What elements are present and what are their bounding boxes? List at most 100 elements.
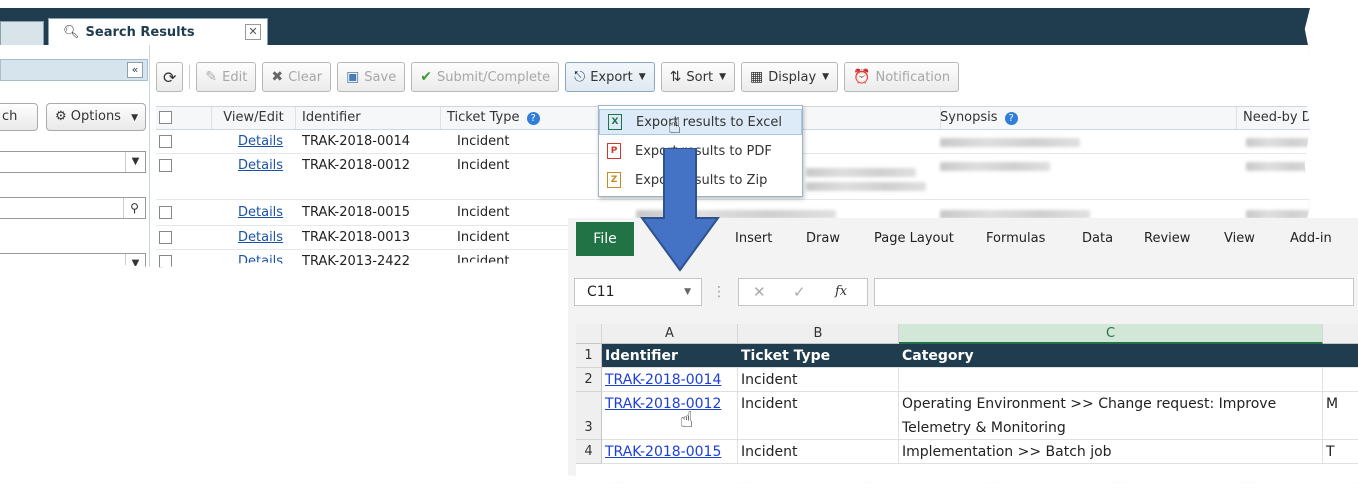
tab-search-results[interactable]: 🔍︎ Search Results ✕ <box>48 18 268 45</box>
export-icon: ⎋ <box>574 69 586 85</box>
column-header-b[interactable]: B <box>738 324 899 344</box>
cell-b3[interactable]: Incident <box>738 392 899 440</box>
cell-c3-line1: Operating Environment >> Change request:… <box>902 396 1277 412</box>
details-link[interactable]: Details <box>238 134 283 149</box>
header-synopsis[interactable]: Synopsis ? <box>934 107 1237 129</box>
options-button[interactable]: ⚙ Options ▼ <box>46 103 146 131</box>
column-header-c[interactable]: C <box>899 324 1323 344</box>
cell-c1[interactable]: Category <box>899 344 1323 368</box>
cell-a2[interactable]: TRAK-2018-0014 <box>602 368 738 392</box>
row-checkbox[interactable] <box>159 231 172 244</box>
hyperlink[interactable]: TRAK-2018-0012 <box>605 396 721 412</box>
details-link[interactable]: Details <box>238 205 283 220</box>
magnifier-icon: 🔍︎ <box>63 24 80 40</box>
grid-toolbar: ⟳ ✎ Edit ✖ Clear ▣ Save ✔ Submit/Complet… <box>156 60 965 94</box>
chevron-down-icon: ▼ <box>125 254 145 270</box>
sort-label: Sort <box>686 69 714 85</box>
drag-handle-icon[interactable]: ⋮ <box>712 284 726 300</box>
redacted-date <box>1246 138 1310 147</box>
filter-select-2[interactable]: ▼ <box>0 253 146 270</box>
cell-b4[interactable]: Incident <box>738 440 899 464</box>
ribbon-tab-view[interactable]: View <box>1224 222 1255 256</box>
row-header[interactable]: 4 <box>576 440 602 464</box>
row-header[interactable]: 1 <box>576 344 602 368</box>
edit-button[interactable]: ✎ Edit <box>196 62 257 92</box>
name-box[interactable]: C11 ▼ <box>574 278 702 306</box>
ticket-type-cell: Incident <box>457 134 510 149</box>
cell-c4[interactable]: Implementation >> Batch job <box>899 440 1323 464</box>
hyperlink[interactable]: TRAK-2018-0014 <box>605 372 721 388</box>
select-all-checkbox[interactable] <box>159 111 172 124</box>
ribbon-tab-page-layout[interactable]: Page Layout <box>874 222 954 256</box>
save-button[interactable]: ▣ Save <box>337 62 406 92</box>
search-button[interactable]: ch <box>0 103 38 131</box>
cell-a1[interactable]: Identifier <box>602 344 738 368</box>
header-need-by[interactable]: Need-by D <box>1237 107 1310 129</box>
identifier-cell: TRAK-2018-0015 <box>302 205 411 220</box>
identifier-cell: TRAK-2013-2422 <box>302 254 411 269</box>
alarm-clock-icon: ⏰ <box>853 69 871 85</box>
name-box-value: C11 <box>587 284 615 300</box>
hyperlink[interactable]: TRAK-2018-0015 <box>605 444 721 460</box>
cell-b1[interactable]: Ticket Type <box>738 344 899 368</box>
row-checkbox[interactable] <box>159 159 172 172</box>
row-checkbox[interactable] <box>159 135 172 148</box>
close-tab-button[interactable]: ✕ <box>245 24 261 40</box>
cancel-icon[interactable]: ✕ <box>753 283 766 301</box>
filter-search-input[interactable]: ⚲ <box>0 197 146 219</box>
formula-buttons: ✕ ✓ fx <box>738 278 868 306</box>
clear-button[interactable]: ✖ Clear <box>262 62 332 92</box>
export-button[interactable]: ⎋ Export ▼ <box>565 62 655 92</box>
cell-a4[interactable]: TRAK-2018-0015 <box>602 440 738 464</box>
ribbon-tab-draw[interactable]: Draw <box>806 222 840 256</box>
select-all-corner[interactable] <box>576 324 602 344</box>
notification-button[interactable]: ⏰ Notification <box>844 62 960 92</box>
help-icon[interactable]: ? <box>1004 112 1018 125</box>
search-icon: ⚲ <box>123 198 145 218</box>
cell-c3[interactable]: Operating Environment >> Change request:… <box>899 392 1323 440</box>
identifier-cell: TRAK-2018-0013 <box>302 230 411 245</box>
row-header[interactable]: 2 <box>576 368 602 392</box>
export-label: Export <box>590 69 633 85</box>
cell-a3[interactable]: TRAK-2018-0012 <box>602 392 738 440</box>
details-link[interactable]: Details <box>238 254 283 269</box>
row-checkbox[interactable] <box>159 255 172 268</box>
ribbon-tab-data[interactable]: Data <box>1082 222 1113 256</box>
ribbon-tab-review[interactable]: Review <box>1144 222 1190 256</box>
formula-input[interactable] <box>874 278 1354 306</box>
display-button[interactable]: ▦ Display ▼ <box>740 62 839 92</box>
pencil-icon: ✎ <box>205 69 218 85</box>
cell-d2[interactable] <box>1323 368 1358 392</box>
row-checkbox[interactable] <box>159 206 172 219</box>
hand-cursor-icon: ☝ <box>668 114 682 139</box>
ribbon-tab-formulas[interactable]: Formulas <box>986 222 1045 256</box>
cell-d3[interactable]: M <box>1323 392 1358 440</box>
column-header-d[interactable] <box>1323 324 1358 344</box>
row-header[interactable]: 3 <box>576 392 602 440</box>
collapse-panel-button[interactable]: « <box>127 62 143 78</box>
column-header-a[interactable]: A <box>602 324 738 344</box>
header-view-edit[interactable]: View/Edit <box>212 107 296 129</box>
sort-button[interactable]: ⇅ Sort ▼ <box>660 62 735 92</box>
filter-select-1[interactable]: ▼ <box>0 151 146 173</box>
menu-item-export-excel[interactable]: X Export results to Excel <box>599 109 802 135</box>
cell-d4[interactable]: T <box>1323 440 1358 464</box>
ribbon-tab-add-ins[interactable]: Add-in <box>1290 222 1332 256</box>
enter-icon[interactable]: ✓ <box>793 283 806 301</box>
tab-previous[interactable] <box>0 21 44 45</box>
ticket-type-cell: Incident <box>457 254 510 269</box>
insert-function-icon[interactable]: fx <box>835 284 847 299</box>
details-link[interactable]: Details <box>238 158 283 173</box>
cell-c2[interactable] <box>899 368 1323 392</box>
refresh-button[interactable]: ⟳ <box>156 62 184 92</box>
save-label: Save <box>364 69 397 85</box>
ribbon-tab-file[interactable]: File <box>576 222 634 256</box>
cell-b2[interactable]: Incident <box>738 368 899 392</box>
help-icon[interactable]: ? <box>526 112 540 125</box>
ribbon-tab-insert[interactable]: Insert <box>735 222 772 256</box>
pdf-file-icon: P <box>607 143 621 159</box>
submit-complete-button[interactable]: ✔ Submit/Complete <box>411 62 560 92</box>
cell-d1[interactable] <box>1323 344 1358 368</box>
header-identifier[interactable]: Identifier <box>296 107 441 129</box>
details-link[interactable]: Details <box>238 230 283 245</box>
